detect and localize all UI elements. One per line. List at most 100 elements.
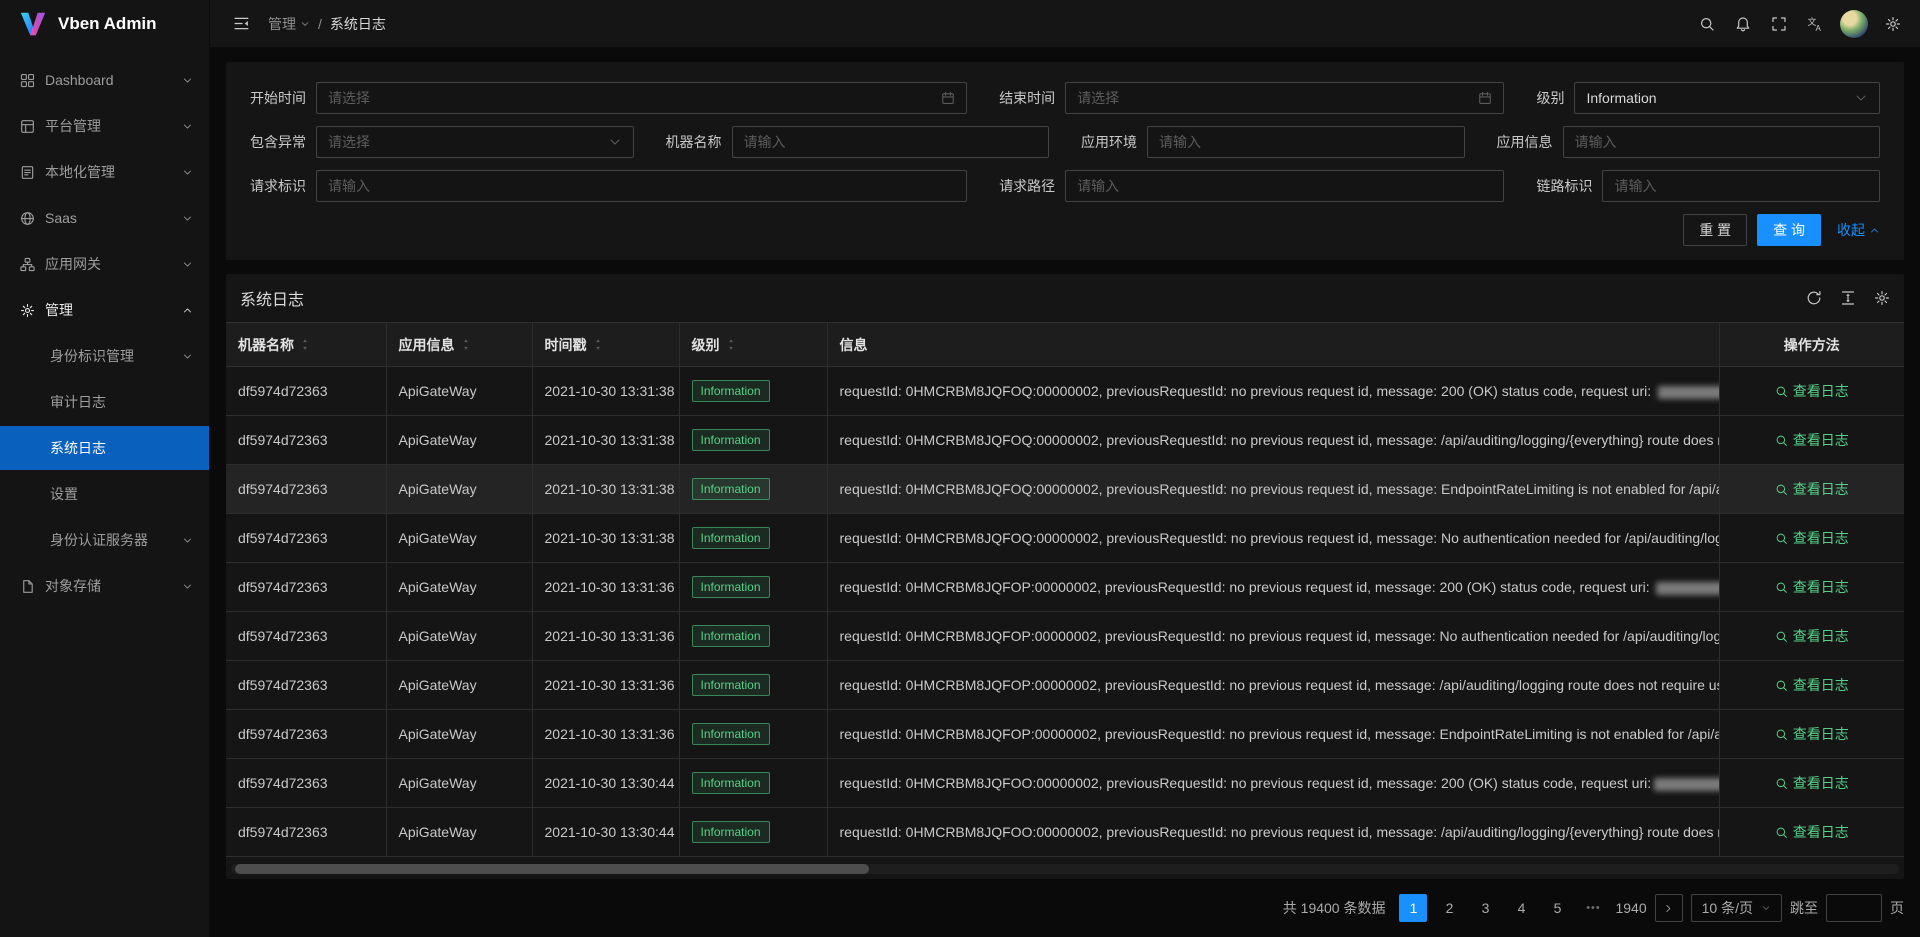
sidebar-item-label: 平台管理: [45, 116, 172, 136]
settings-icon[interactable]: [1876, 0, 1910, 48]
calendar-icon: [941, 91, 955, 105]
column-header[interactable]: 应用信息: [386, 323, 532, 367]
column-header[interactable]: 时间戳: [532, 323, 679, 367]
settings-icon[interactable]: [1874, 290, 1890, 306]
jump-page-input[interactable]: [1826, 894, 1882, 922]
sidebar-subitem[interactable]: 设置: [0, 472, 209, 516]
view-log-button[interactable]: 查看日志: [1775, 822, 1849, 842]
reset-button[interactable]: 重 置: [1683, 214, 1747, 246]
filter-label: 请求路径: [999, 176, 1065, 196]
sidebar-item[interactable]: 平台管理: [0, 104, 209, 148]
filter-select[interactable]: 请选择: [316, 126, 634, 158]
refresh-icon[interactable]: [1806, 290, 1822, 306]
filter-input-field[interactable]: [1575, 134, 1869, 150]
cell-app: ApiGateWay: [386, 514, 532, 563]
pagination-page[interactable]: 4: [1507, 894, 1535, 922]
table-panel: 系统日志 机器名称应用信息时间戳级别信息操作方法 df5974d72363Api…: [226, 274, 1904, 879]
filter-input[interactable]: [1065, 170, 1504, 202]
cell-timestamp: 2021-10-30 13:31:38: [532, 367, 679, 416]
filter-select[interactable]: Information: [1574, 82, 1880, 114]
table-panel-header: 系统日志: [226, 274, 1904, 322]
sidebar-subitem[interactable]: 系统日志: [0, 426, 209, 470]
view-log-button[interactable]: 查看日志: [1775, 577, 1849, 597]
cell-message: requestId: 0HMCRBM8JQFOP:00000002, previ…: [827, 563, 1719, 612]
next-page-button[interactable]: [1655, 894, 1683, 922]
column-header[interactable]: 机器名称: [226, 323, 386, 367]
sidebar-subitem[interactable]: 审计日志: [0, 380, 209, 424]
sidebar-item[interactable]: 对象存储: [0, 564, 209, 608]
filter-input-field[interactable]: [1159, 134, 1453, 150]
filter-input-field[interactable]: [1077, 178, 1492, 194]
view-log-button[interactable]: 查看日志: [1775, 626, 1849, 646]
view-log-button[interactable]: 查看日志: [1775, 528, 1849, 548]
filter-label: 级别: [1536, 88, 1574, 108]
filter-input[interactable]: [1563, 126, 1881, 158]
redacted-text: [1658, 386, 1719, 399]
filter-label: 链路标识: [1536, 176, 1602, 196]
filter-input[interactable]: [732, 126, 1050, 158]
sidebar-item[interactable]: 应用网关: [0, 242, 209, 286]
cell-timestamp: 2021-10-30 13:31:38: [532, 514, 679, 563]
sidebar-item[interactable]: 本地化管理: [0, 150, 209, 194]
translate-icon[interactable]: 文A: [1798, 0, 1832, 48]
cell-timestamp: 2021-10-30 13:31:38: [532, 465, 679, 514]
view-log-button[interactable]: 查看日志: [1775, 724, 1849, 744]
filter-field: 请求标识: [250, 170, 967, 202]
sidebar-item-label: 对象存储: [45, 576, 172, 596]
pagination-page[interactable]: 1: [1399, 894, 1427, 922]
pagination-page[interactable]: 2: [1435, 894, 1463, 922]
filter-date-picker[interactable]: 请选择: [1065, 82, 1504, 114]
filter-input[interactable]: [1147, 126, 1465, 158]
column-header: 信息: [827, 323, 1719, 367]
search-button[interactable]: 查 询: [1757, 214, 1821, 246]
scrollbar-thumb[interactable]: [235, 864, 869, 874]
notification-icon[interactable]: [1726, 0, 1760, 48]
filter-input-field[interactable]: [744, 134, 1038, 150]
view-log-button[interactable]: 查看日志: [1775, 773, 1849, 793]
cell-message: requestId: 0HMCRBM8JQFOP:00000002, previ…: [827, 612, 1719, 661]
sidebar-subitem[interactable]: 身份标识管理: [0, 334, 209, 378]
content: 开始时间请选择结束时间请选择级别Information包含异常请选择机器名称应用…: [210, 48, 1920, 937]
pagination-ellipsis[interactable]: •••: [1579, 894, 1607, 922]
view-log-button[interactable]: 查看日志: [1775, 675, 1849, 695]
sidebar-item[interactable]: Dashboard: [0, 58, 209, 102]
chevron-down-icon: [300, 19, 310, 29]
horizontal-scrollbar[interactable]: [231, 864, 1899, 874]
sidebar-item[interactable]: 管理: [0, 288, 209, 332]
fullscreen-icon[interactable]: [1762, 0, 1796, 48]
cell-level: Information: [679, 759, 827, 808]
collapse-button[interactable]: 收起: [1837, 220, 1880, 240]
sidebar-item[interactable]: Saas: [0, 196, 209, 240]
view-log-button[interactable]: 查看日志: [1775, 430, 1849, 450]
search-icon: [1775, 532, 1788, 545]
pagination-page[interactable]: 1940: [1615, 894, 1646, 922]
sidebar-subitem[interactable]: 身份认证服务器: [0, 518, 209, 562]
avatar[interactable]: [1840, 10, 1868, 38]
table-header-row: 机器名称应用信息时间戳级别信息操作方法: [226, 323, 1904, 367]
page-size-select[interactable]: 10 条/页: [1691, 894, 1782, 922]
filter-input-field[interactable]: [328, 178, 955, 194]
pagination-page[interactable]: 5: [1543, 894, 1571, 922]
view-log-button[interactable]: 查看日志: [1775, 381, 1849, 401]
cell-machine: df5974d72363: [226, 612, 386, 661]
view-log-button[interactable]: 查看日志: [1775, 479, 1849, 499]
platform-icon: [20, 119, 35, 134]
filter-date-picker[interactable]: 请选择: [316, 82, 967, 114]
level-badge: Information: [692, 674, 770, 696]
column-height-icon[interactable]: [1840, 290, 1856, 306]
chevron-up-icon: [1869, 225, 1880, 236]
logo[interactable]: Vben Admin: [0, 0, 209, 48]
filter-input-field[interactable]: [1614, 178, 1868, 194]
filter-field: 结束时间请选择: [999, 82, 1504, 114]
search-icon[interactable]: [1690, 0, 1724, 48]
breadcrumb-parent[interactable]: 管理: [268, 14, 310, 34]
filter-input[interactable]: [316, 170, 967, 202]
cell-timestamp: 2021-10-30 13:30:44: [532, 759, 679, 808]
sort-icon: [300, 338, 310, 351]
menu-fold-icon[interactable]: [224, 0, 258, 48]
cell-message: requestId: 0HMCRBM8JQFOQ:00000002, previ…: [827, 367, 1719, 416]
sidebar-menu: Dashboard 平台管理本地化管理Saas应用网关管理身份标识管理审计日志系统…: [0, 48, 209, 937]
pagination-page[interactable]: 3: [1471, 894, 1499, 922]
filter-input[interactable]: [1602, 170, 1880, 202]
column-header[interactable]: 级别: [679, 323, 827, 367]
